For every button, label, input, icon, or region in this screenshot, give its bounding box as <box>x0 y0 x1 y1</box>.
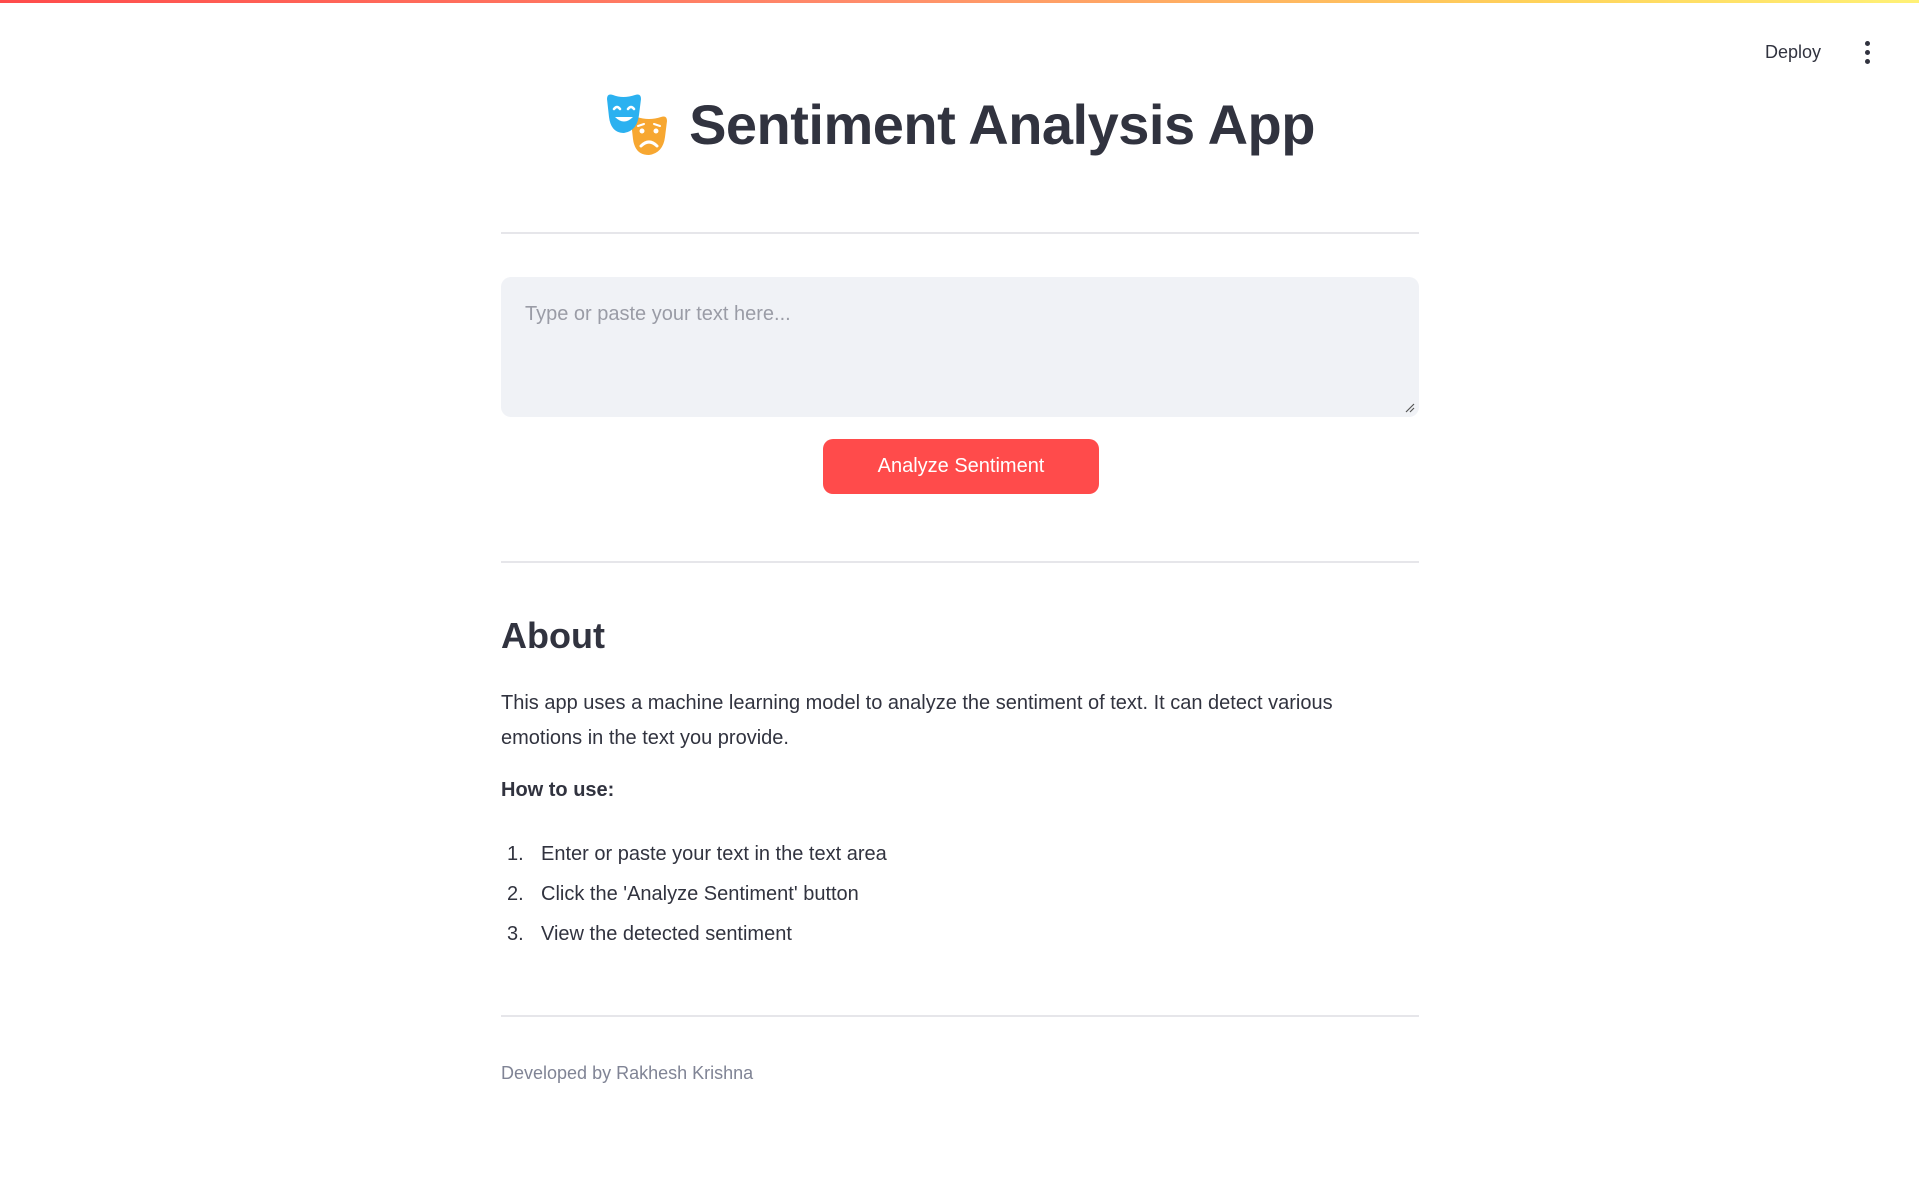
section-divider <box>501 561 1419 563</box>
step-number: 3. <box>507 922 524 945</box>
footer-credit: Developed by Rakhesh Krishna <box>501 1063 754 1083</box>
about-heading: About <box>501 615 605 656</box>
header-toolbar: Deploy <box>1757 36 1879 68</box>
footer-divider <box>501 1015 1419 1017</box>
performing-arts-masks-icon <box>607 94 668 155</box>
title-divider <box>501 232 1419 234</box>
top-decoration-bar <box>0 0 1919 3</box>
how-to-use-label: How to use: <box>501 779 615 801</box>
deploy-button[interactable]: Deploy <box>1757 38 1829 67</box>
title-row: Sentiment Analysis App <box>501 92 1419 157</box>
list-item: 1. Enter or paste your text in the text … <box>501 834 887 874</box>
about-description: This app uses a machine learning model t… <box>501 692 1333 749</box>
step-text: View the detected sentiment <box>541 922 792 945</box>
step-number: 1. <box>507 842 524 865</box>
step-number: 2. <box>507 882 524 905</box>
sentiment-text-input[interactable] <box>501 277 1419 417</box>
vertical-dots-icon <box>1864 40 1870 46</box>
instructions-list: 1. Enter or paste your text in the text … <box>501 834 887 954</box>
list-item: 3. View the detected sentiment <box>501 914 887 954</box>
main-menu-button[interactable] <box>1855 36 1879 68</box>
text-input-container <box>501 277 1419 417</box>
list-item: 2. Click the 'Analyze Sentiment' button <box>501 874 887 914</box>
step-text: Enter or paste your text in the text are… <box>541 842 887 865</box>
analyze-sentiment-button[interactable]: Analyze Sentiment <box>823 439 1099 494</box>
resize-handle-icon[interactable] <box>1403 401 1415 413</box>
page-title: Sentiment Analysis App <box>689 93 1315 156</box>
step-text: Click the 'Analyze Sentiment' button <box>541 882 859 905</box>
